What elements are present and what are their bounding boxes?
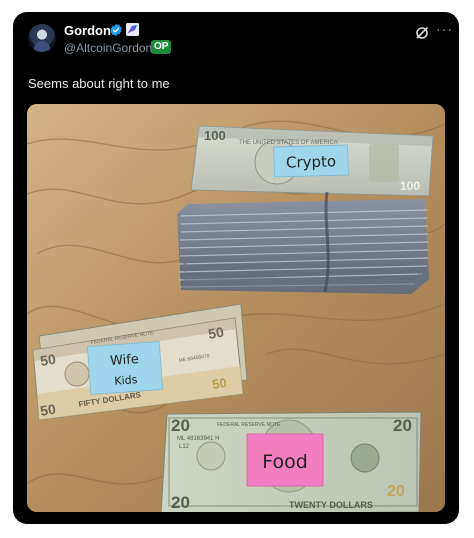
twenty-corner-tl: 20 (171, 416, 190, 435)
wife-kids-sticky-note: Wife Kids (86, 341, 164, 395)
twenty-corner-tr: 20 (393, 416, 412, 435)
twenty-corner-br: 20 (387, 483, 405, 500)
twenty-bottom-text: TWENTY DOLLARS (289, 500, 373, 510)
twenty-corner-bl: 20 (171, 493, 190, 512)
crypto-label: Crypto (286, 152, 337, 171)
twenty-top-text: FEDERAL RESERVE NOTE (217, 422, 281, 428)
op-badge: OP (151, 40, 172, 54)
grok-icon[interactable] (415, 26, 429, 40)
tweet-card[interactable]: Gordon @AltcoinGordon OP ··· Seems about… (13, 12, 459, 524)
fifty-corner-tr: 50 (207, 324, 225, 342)
crypto-sticky-note: Crypto (273, 144, 349, 178)
fifty-corner-bl: 50 (39, 401, 57, 419)
tweet-text: Seems about right to me (28, 76, 170, 91)
more-options-icon[interactable]: ··· (436, 22, 453, 36)
hundred-banner: THE UNITED STATES OF AMERICA (239, 140, 338, 146)
author-avatar[interactable] (28, 24, 56, 52)
photo-illustration: 100 100 THE UNITED STATES OF AMERICA Cry… (27, 104, 445, 512)
wife-label: Wife (110, 352, 140, 369)
twenty-bill: 20 20 20 20 FEDERAL RESERVE NOTE ML 4816… (160, 411, 422, 512)
twenty-serial: ML 48163941 H (177, 436, 219, 442)
hundred-corner-br: 100 (400, 179, 420, 193)
fifty-corner-tl: 50 (39, 351, 57, 369)
kids-label: Kids (114, 373, 138, 388)
fifty-corner-br: 50 (211, 375, 228, 392)
twenty-mark: L12 (179, 444, 190, 450)
verified-badge-icon (110, 23, 122, 37)
affiliate-badge-icon[interactable] (126, 23, 139, 36)
author-name[interactable]: Gordon (64, 23, 111, 38)
hundred-stack: 100 100 THE UNITED STATES OF AMERICA Cry… (177, 125, 434, 294)
tweet-photo[interactable]: 100 100 THE UNITED STATES OF AMERICA Cry… (27, 104, 445, 512)
food-sticky-note: Food (246, 433, 324, 487)
hundred-corner-tl: 100 (204, 128, 226, 143)
food-label: Food (262, 451, 308, 473)
author-handle[interactable]: @AltcoinGordon (64, 41, 152, 55)
